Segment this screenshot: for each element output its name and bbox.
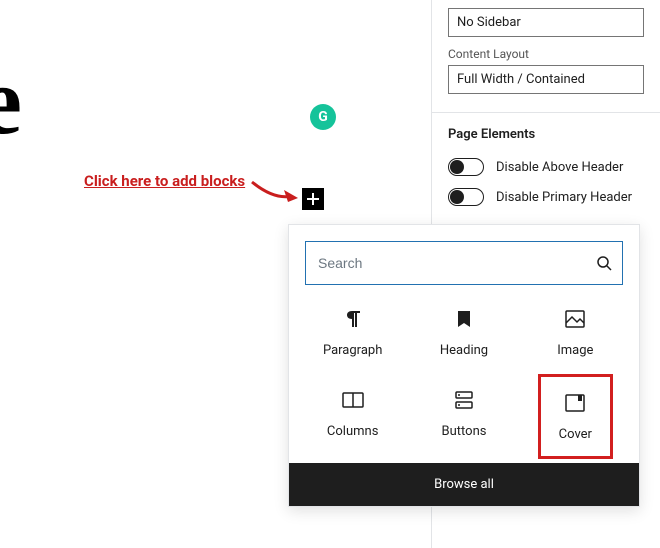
- page-title[interactable]: itle: [0, 45, 20, 156]
- columns-icon: [342, 392, 364, 408]
- bookmark-icon: [457, 310, 471, 328]
- block-columns[interactable]: Columns: [297, 388, 408, 445]
- block-label: Buttons: [442, 424, 487, 439]
- add-block-button[interactable]: [302, 188, 324, 210]
- image-icon: [565, 310, 585, 328]
- block-paragraph[interactable]: Paragraph: [297, 307, 408, 358]
- toggle-knob: [450, 190, 464, 204]
- inserter-search-section: [289, 225, 639, 301]
- block-image[interactable]: Image: [520, 307, 631, 358]
- grammarly-badge-letter: G: [318, 109, 328, 125]
- toggle-label: Disable Primary Header: [496, 190, 632, 205]
- toggle-label: Disable Above Header: [496, 160, 623, 175]
- annotation-hint-text: Click here to add blocks: [84, 172, 245, 190]
- block-label: Columns: [327, 424, 379, 439]
- plus-icon: [306, 192, 320, 206]
- content-layout-select[interactable]: Full Width / Contained: [448, 65, 644, 94]
- search-input[interactable]: [316, 254, 596, 272]
- search-icon: [596, 255, 612, 271]
- page-elements-title: Page Elements: [432, 113, 660, 152]
- block-label: Image: [557, 343, 593, 358]
- disable-primary-header-toggle[interactable]: [448, 188, 484, 206]
- block-label: Heading: [440, 343, 488, 358]
- search-input-wrapper: [305, 241, 623, 285]
- cover-icon: [565, 394, 585, 412]
- paragraph-icon: [344, 309, 362, 329]
- block-buttons[interactable]: Buttons: [408, 388, 519, 445]
- toggle-knob: [450, 160, 464, 174]
- content-layout-label: Content Layout: [448, 47, 644, 61]
- sidebar-layout-select[interactable]: No Sidebar: [448, 8, 644, 37]
- toggle-row: Disable Above Header: [432, 152, 660, 182]
- grammarly-badge-icon[interactable]: G: [310, 104, 336, 130]
- highlight-annotation: Cover: [538, 374, 613, 459]
- block-label: Paragraph: [323, 343, 382, 358]
- block-cover[interactable]: Cover: [520, 388, 631, 445]
- annotation-arrow-icon: [250, 172, 298, 202]
- block-heading[interactable]: Heading: [408, 307, 519, 358]
- buttons-icon: [455, 391, 473, 409]
- block-grid: Paragraph Heading Image Columns Buttons …: [289, 301, 639, 463]
- browse-all-button[interactable]: Browse all: [289, 463, 639, 506]
- block-inserter-popover: Paragraph Heading Image Columns Buttons …: [288, 224, 640, 507]
- toggle-row: Disable Primary Header: [432, 182, 660, 212]
- disable-above-header-toggle[interactable]: [448, 158, 484, 176]
- block-label: Cover: [559, 427, 592, 442]
